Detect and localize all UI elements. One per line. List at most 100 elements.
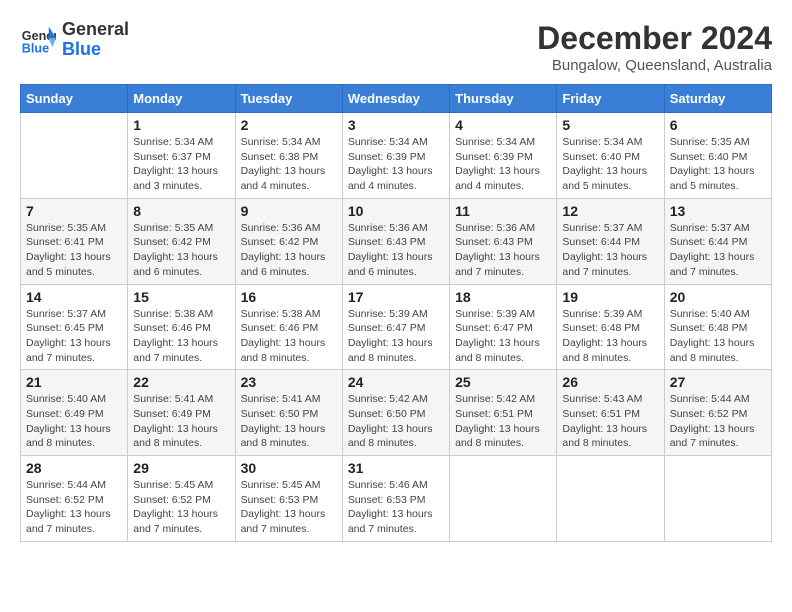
day-number: 23	[241, 374, 337, 390]
calendar-cell: 4Sunrise: 5:34 AMSunset: 6:39 PMDaylight…	[450, 113, 557, 199]
calendar-cell: 13 Sunrise: 5:37 AMSunset: 6:44 PMDayligh…	[664, 198, 771, 284]
calendar-cell: 12Sunrise: 5:37 AMSunset: 6:44 PMDayligh…	[557, 198, 664, 284]
day-info: Sunrise: 5:37 AMSunset: 6:44 PMDaylight:…	[670, 221, 766, 280]
calendar-week-row: 28 Sunrise: 5:44 AMSunset: 6:52 PMDayligh…	[21, 456, 772, 542]
day-info: Sunrise: 5:44 AMSunset: 6:52 PMDaylight:…	[670, 392, 766, 451]
logo-general: General	[62, 20, 129, 40]
day-number: 16	[241, 289, 337, 305]
calendar-cell: 18Sunrise: 5:39 AMSunset: 6:47 PMDayligh…	[450, 284, 557, 370]
calendar-cell: 31Sunrise: 5:46 AMSunset: 6:53 PMDayligh…	[342, 456, 449, 542]
day-number: 27	[670, 374, 766, 390]
calendar-cell: 5Sunrise: 5:34 AMSunset: 6:40 PMDaylight…	[557, 113, 664, 199]
calendar-table: Sunday Monday Tuesday Wednesday Thursday…	[20, 84, 772, 542]
calendar-cell: 30Sunrise: 5:45 AMSunset: 6:53 PMDayligh…	[235, 456, 342, 542]
day-info: Sunrise: 5:39 AMSunset: 6:47 PMDaylight:…	[348, 307, 444, 366]
day-number: 21	[26, 374, 122, 390]
day-info: Sunrise: 5:45 AMSunset: 6:52 PMDaylight:…	[133, 478, 229, 537]
day-info: Sunrise: 5:42 AMSunset: 6:51 PMDaylight:…	[455, 392, 551, 451]
calendar-cell: 16 Sunrise: 5:38 AMSunset: 6:46 PMDayligh…	[235, 284, 342, 370]
calendar-week-row: 7 Sunrise: 5:35 AMSunset: 6:41 PMDaylight…	[21, 198, 772, 284]
day-number: 22	[133, 374, 229, 390]
day-info: Sunrise: 5:44 AMSunset: 6:52 PMDaylight:…	[26, 478, 122, 537]
day-number: 14	[26, 289, 122, 305]
logo-blue: Blue	[62, 40, 129, 60]
calendar-week-row: 1 Sunrise: 5:34 AMSunset: 6:37 PMDaylight…	[21, 113, 772, 199]
day-info: Sunrise: 5:36 AMSunset: 6:43 PMDaylight:…	[455, 221, 551, 280]
day-number: 7	[26, 203, 122, 219]
calendar-cell	[557, 456, 664, 542]
day-info: Sunrise: 5:40 AMSunset: 6:49 PMDaylight:…	[26, 392, 122, 451]
calendar-cell: 8 Sunrise: 5:35 AMSunset: 6:42 PMDaylight…	[128, 198, 235, 284]
day-info: Sunrise: 5:34 AMSunset: 6:38 PMDaylight:…	[241, 135, 337, 194]
calendar-cell: 9 Sunrise: 5:36 AMSunset: 6:42 PMDaylight…	[235, 198, 342, 284]
calendar-cell: 11 Sunrise: 5:36 AMSunset: 6:43 PMDayligh…	[450, 198, 557, 284]
day-number: 28	[26, 460, 122, 476]
day-number: 10	[348, 203, 444, 219]
day-number: 2	[241, 117, 337, 133]
title-area: December 2024 Bungalow, Queensland, Aust…	[537, 20, 772, 74]
calendar-cell: 1 Sunrise: 5:34 AMSunset: 6:37 PMDaylight…	[128, 113, 235, 199]
calendar-cell	[664, 456, 771, 542]
day-number: 11	[455, 203, 551, 219]
day-info: Sunrise: 5:35 AMSunset: 6:42 PMDaylight:…	[133, 221, 229, 280]
subtitle: Bungalow, Queensland, Australia	[537, 57, 772, 74]
day-number: 13	[670, 203, 766, 219]
day-number: 19	[562, 289, 658, 305]
calendar-week-row: 14 Sunrise: 5:37 AMSunset: 6:45 PMDayligh…	[21, 284, 772, 370]
day-info: Sunrise: 5:34 AMSunset: 6:37 PMDaylight:…	[133, 135, 229, 194]
col-sunday: Sunday	[21, 85, 128, 113]
day-info: Sunrise: 5:41 AMSunset: 6:49 PMDaylight:…	[133, 392, 229, 451]
day-number: 8	[133, 203, 229, 219]
day-info: Sunrise: 5:34 AMSunset: 6:39 PMDaylight:…	[348, 135, 444, 194]
calendar-cell: 22 Sunrise: 5:41 AMSunset: 6:49 PMDayligh…	[128, 370, 235, 456]
calendar-cell: 28 Sunrise: 5:44 AMSunset: 6:52 PMDayligh…	[21, 456, 128, 542]
calendar-cell	[450, 456, 557, 542]
calendar-cell: 3 Sunrise: 5:34 AMSunset: 6:39 PMDaylight…	[342, 113, 449, 199]
svg-text:Blue: Blue	[22, 41, 49, 55]
day-number: 3	[348, 117, 444, 133]
day-info: Sunrise: 5:35 AMSunset: 6:40 PMDaylight:…	[670, 135, 766, 194]
day-info: Sunrise: 5:39 AMSunset: 6:48 PMDaylight:…	[562, 307, 658, 366]
day-info: Sunrise: 5:41 AMSunset: 6:50 PMDaylight:…	[241, 392, 337, 451]
day-number: 1	[133, 117, 229, 133]
calendar-cell	[21, 113, 128, 199]
calendar-cell: 25Sunrise: 5:42 AMSunset: 6:51 PMDayligh…	[450, 370, 557, 456]
calendar-cell: 24Sunrise: 5:42 AMSunset: 6:50 PMDayligh…	[342, 370, 449, 456]
day-number: 6	[670, 117, 766, 133]
calendar-cell: 29Sunrise: 5:45 AMSunset: 6:52 PMDayligh…	[128, 456, 235, 542]
day-number: 24	[348, 374, 444, 390]
calendar-cell: 7 Sunrise: 5:35 AMSunset: 6:41 PMDaylight…	[21, 198, 128, 284]
calendar-cell: 17 Sunrise: 5:39 AMSunset: 6:47 PMDayligh…	[342, 284, 449, 370]
day-info: Sunrise: 5:43 AMSunset: 6:51 PMDaylight:…	[562, 392, 658, 451]
day-info: Sunrise: 5:38 AMSunset: 6:46 PMDaylight:…	[241, 307, 337, 366]
calendar-cell: 6 Sunrise: 5:35 AMSunset: 6:40 PMDaylight…	[664, 113, 771, 199]
col-thursday: Thursday	[450, 85, 557, 113]
calendar-cell: 14 Sunrise: 5:37 AMSunset: 6:45 PMDayligh…	[21, 284, 128, 370]
col-friday: Friday	[557, 85, 664, 113]
calendar-cell: 2 Sunrise: 5:34 AMSunset: 6:38 PMDaylight…	[235, 113, 342, 199]
col-tuesday: Tuesday	[235, 85, 342, 113]
day-info: Sunrise: 5:40 AMSunset: 6:48 PMDaylight:…	[670, 307, 766, 366]
col-wednesday: Wednesday	[342, 85, 449, 113]
day-number: 31	[348, 460, 444, 476]
day-number: 17	[348, 289, 444, 305]
calendar-cell: 27 Sunrise: 5:44 AMSunset: 6:52 PMDayligh…	[664, 370, 771, 456]
day-number: 9	[241, 203, 337, 219]
day-number: 4	[455, 117, 551, 133]
day-number: 5	[562, 117, 658, 133]
day-info: Sunrise: 5:36 AMSunset: 6:43 PMDaylight:…	[348, 221, 444, 280]
calendar-week-row: 21 Sunrise: 5:40 AMSunset: 6:49 PMDayligh…	[21, 370, 772, 456]
day-info: Sunrise: 5:36 AMSunset: 6:42 PMDaylight:…	[241, 221, 337, 280]
calendar-cell: 20Sunrise: 5:40 AMSunset: 6:48 PMDayligh…	[664, 284, 771, 370]
day-info: Sunrise: 5:45 AMSunset: 6:53 PMDaylight:…	[241, 478, 337, 537]
calendar-cell: 15Sunrise: 5:38 AMSunset: 6:46 PMDayligh…	[128, 284, 235, 370]
calendar-cell: 19 Sunrise: 5:39 AMSunset: 6:48 PMDayligh…	[557, 284, 664, 370]
day-info: Sunrise: 5:39 AMSunset: 6:47 PMDaylight:…	[455, 307, 551, 366]
calendar-cell: 21 Sunrise: 5:40 AMSunset: 6:49 PMDayligh…	[21, 370, 128, 456]
col-saturday: Saturday	[664, 85, 771, 113]
day-info: Sunrise: 5:35 AMSunset: 6:41 PMDaylight:…	[26, 221, 122, 280]
header-row: Sunday Monday Tuesday Wednesday Thursday…	[21, 85, 772, 113]
day-number: 12	[562, 203, 658, 219]
day-info: Sunrise: 5:37 AMSunset: 6:45 PMDaylight:…	[26, 307, 122, 366]
header: General Blue General Blue December 2024 …	[20, 20, 772, 74]
